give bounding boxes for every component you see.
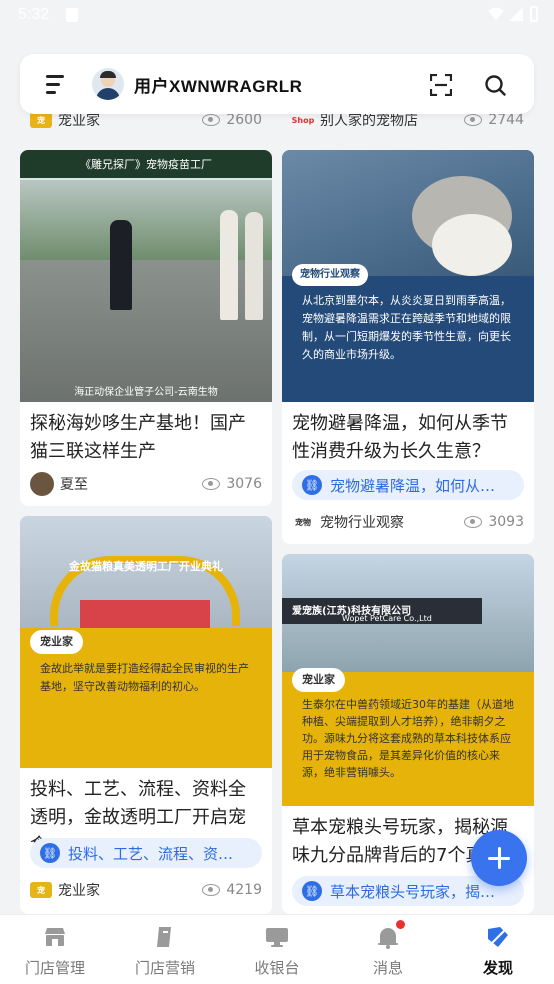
image-brand: 宠物行业观察 bbox=[292, 264, 368, 286]
link-icon: ⛓ bbox=[40, 843, 60, 863]
view-count: 2744 bbox=[464, 112, 524, 128]
card-title: 宠物避暑降温，如何从季节性消费升级为长久生意？ bbox=[292, 413, 508, 462]
marketing-icon bbox=[157, 927, 171, 947]
notification-icon bbox=[66, 8, 78, 22]
image-text: 生泰尔在中兽药领域近30年的基建（从道地种植、尖端提取到人才培养），绝非朝夕之功… bbox=[302, 698, 514, 779]
link-icon: ⛓ bbox=[302, 475, 322, 495]
view-count: 2600 bbox=[202, 112, 262, 128]
eye-icon bbox=[464, 114, 483, 126]
eye-icon bbox=[464, 516, 483, 528]
tab-label: 收银台 bbox=[254, 959, 300, 977]
wifi-icon bbox=[488, 7, 504, 20]
discover-feed[interactable]: 宠 宠业家 2600 Shop 别人家的宠物店 2744 《雕兄探厂》宠物疫苗工… bbox=[0, 100, 554, 914]
card-image: 《雕兄探厂》宠物疫苗工厂 海正动保企业管子公司-云南生物 bbox=[20, 150, 272, 402]
topic-tag[interactable]: ⛓ 投料、工艺、流程、资… bbox=[30, 838, 262, 868]
tab-label: 门店营销 bbox=[134, 959, 195, 977]
add-post-button[interactable] bbox=[471, 830, 527, 886]
status-time: 5:32 bbox=[18, 6, 50, 23]
link-icon: ⛓ bbox=[302, 881, 322, 901]
tab-label: 门店管理 bbox=[24, 959, 85, 977]
author-name: 宠物行业观察 bbox=[320, 515, 404, 531]
topic-tag[interactable]: ⛓ 宠物避暑降温，如何从… bbox=[292, 470, 524, 500]
tab-messages[interactable]: 消息 bbox=[333, 915, 443, 984]
eye-icon bbox=[202, 114, 221, 126]
eye-icon bbox=[202, 478, 221, 490]
image-caption: 海正动保企业管子公司-云南生物 bbox=[74, 387, 218, 398]
image-text: 从北京到墨尔本，从炎炎夏日到雨季高温，宠物避暑降温需求正在跨越季节和地域的限制，… bbox=[302, 294, 511, 361]
bell-icon bbox=[378, 928, 398, 949]
image-caption: Wopet PetCare Co.,Ltd bbox=[342, 614, 432, 623]
view-count: 4219 bbox=[202, 882, 262, 898]
battery-icon bbox=[530, 6, 538, 22]
feed-card[interactable]: 《雕兄探厂》宠物疫苗工厂 海正动保企业管子公司-云南生物 探秘海妙哆生产基地！国… bbox=[20, 150, 272, 506]
username[interactable]: 用户XWNWRAGRLR bbox=[134, 72, 302, 97]
tab-label: 消息 bbox=[372, 959, 403, 977]
image-text: 金故此举就是要打造经得起全民审视的生产基地，坚守改善动物福利的初心。 bbox=[40, 662, 249, 693]
menu-icon[interactable] bbox=[46, 74, 68, 94]
feed-card[interactable]: 宠物行业观察 从北京到墨尔本，从炎炎夏日到雨季高温，宠物避暑降温需求正在跨越季节… bbox=[282, 150, 534, 544]
store-icon bbox=[45, 928, 65, 946]
card-image: 爱宠族(江苏)科技有限公司 Wopet PetCare Co.,Ltd 宠业家 … bbox=[282, 554, 534, 806]
author-avatar bbox=[30, 472, 54, 496]
user-avatar[interactable] bbox=[92, 68, 124, 100]
unread-badge bbox=[396, 920, 405, 929]
cashier-monitor-icon bbox=[266, 928, 288, 947]
discover-icon bbox=[488, 927, 508, 947]
image-brand: 宠业家 bbox=[292, 668, 345, 692]
card-image: 宠物行业观察 从北京到墨尔本，从炎炎夏日到雨季高温，宠物避暑降温需求正在跨越季节… bbox=[282, 150, 534, 402]
author-logo: Shop bbox=[292, 112, 314, 128]
author-logo: 宠 bbox=[30, 112, 52, 128]
card-title: 探秘海妙哆生产基地！国产猫三联这样生产 bbox=[30, 413, 246, 462]
scan-icon[interactable] bbox=[430, 74, 452, 96]
card-meta: 夏至 3076 bbox=[30, 472, 262, 496]
author-logo: 宠 bbox=[30, 882, 52, 898]
status-bar: 5:32 bbox=[0, 0, 554, 30]
author-name: 宠业家 bbox=[58, 883, 100, 899]
card-image: 金故猫粮真美透明工厂开业典礼 宠业家 金故此举就是要打造经得起全民审视的生产基地… bbox=[20, 516, 272, 768]
tab-store-marketing[interactable]: 门店营销 bbox=[110, 915, 220, 984]
card-meta: 宠物 宠物行业观察 3093 bbox=[292, 510, 524, 534]
signal-icon bbox=[509, 7, 523, 21]
search-icon[interactable] bbox=[484, 74, 506, 96]
bottom-tab-bar: 门店管理 门店营销 收银台 消息 发现 bbox=[0, 914, 554, 984]
view-count: 3093 bbox=[464, 514, 524, 530]
tab-label: 发现 bbox=[482, 959, 513, 977]
header-bar: 用户XWNWRAGRLR bbox=[20, 54, 534, 114]
image-caption: 《雕兄探厂》宠物疫苗工厂 bbox=[80, 158, 212, 171]
image-brand: 宠业家 bbox=[30, 630, 83, 654]
feed-card[interactable]: 金故猫粮真美透明工厂开业典礼 宠业家 金故此举就是要打造经得起全民审视的生产基地… bbox=[20, 516, 272, 914]
eye-icon bbox=[202, 884, 221, 896]
card-meta: 宠 宠业家 4219 bbox=[30, 878, 262, 902]
author-logo: 宠物 bbox=[292, 514, 314, 530]
tab-store-management[interactable]: 门店管理 bbox=[0, 915, 110, 984]
image-caption: 金故猫粮真美透明工厂开业典礼 bbox=[69, 560, 223, 573]
tab-discover[interactable]: 发现 bbox=[443, 915, 553, 984]
tab-cashier[interactable]: 收银台 bbox=[222, 915, 332, 984]
view-count: 3076 bbox=[202, 476, 262, 492]
author-name: 夏至 bbox=[60, 477, 88, 493]
